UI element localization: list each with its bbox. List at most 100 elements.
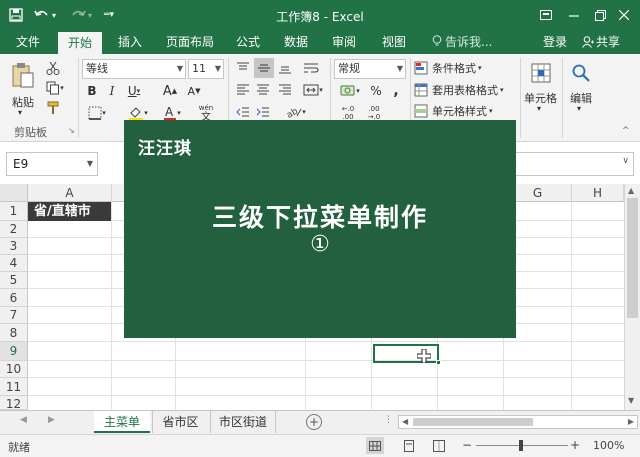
scroll-sheets-right-icon[interactable]: ▶ bbox=[48, 415, 55, 425]
row-header-6[interactable]: 6 bbox=[0, 289, 28, 307]
zoom-slider-thumb[interactable] bbox=[519, 440, 523, 451]
decrease-indent-icon[interactable] bbox=[234, 104, 252, 120]
tab-view[interactable]: 视图 bbox=[372, 30, 416, 54]
clipboard-launcher-icon[interactable]: ↘ bbox=[68, 126, 75, 135]
align-top-icon[interactable] bbox=[234, 60, 252, 76]
column-header-a[interactable]: A bbox=[28, 184, 112, 202]
horizontal-scrollbar[interactable]: ◀ ▶ bbox=[398, 415, 638, 429]
tab-split-icon[interactable]: ⋮ bbox=[384, 415, 393, 425]
sheet-tab-province[interactable]: 省市区 bbox=[152, 411, 208, 433]
normal-view-icon[interactable] bbox=[366, 437, 384, 454]
undo-icon[interactable]: ▾ bbox=[32, 5, 58, 25]
font-name-combo[interactable]: 等线 ▼ bbox=[82, 59, 186, 79]
wrap-text-icon[interactable] bbox=[300, 60, 322, 76]
format-painter-icon[interactable] bbox=[44, 100, 62, 116]
align-left-icon[interactable] bbox=[234, 82, 252, 98]
align-bottom-icon[interactable] bbox=[276, 60, 294, 76]
align-right-icon[interactable] bbox=[276, 82, 294, 98]
sheet-tab-district[interactable]: 市区街道 bbox=[210, 411, 276, 433]
bold-icon[interactable]: B bbox=[84, 82, 100, 100]
scroll-down-icon[interactable]: ▼ bbox=[628, 396, 634, 405]
row-header-11[interactable]: 11 bbox=[0, 378, 28, 396]
scroll-left-icon[interactable]: ◀ bbox=[402, 417, 408, 426]
name-box[interactable]: E9 ▼ bbox=[6, 152, 98, 176]
paste-icon[interactable] bbox=[8, 60, 38, 90]
row-header-10[interactable]: 10 bbox=[0, 361, 28, 378]
tab-review[interactable]: 审阅 bbox=[324, 30, 364, 54]
borders-icon[interactable]: ▾ bbox=[84, 104, 110, 122]
accounting-format-icon[interactable]: ▾ bbox=[336, 82, 364, 100]
scroll-sheets-left-icon[interactable]: ◀ bbox=[20, 415, 27, 425]
fill-handle[interactable] bbox=[436, 360, 441, 365]
cell-styles-button[interactable]: 单元格样式 ▾ bbox=[414, 102, 522, 120]
scroll-up-icon[interactable]: ▲ bbox=[628, 186, 634, 195]
tab-page-layout[interactable]: 页面布局 bbox=[158, 30, 222, 54]
align-center-icon[interactable] bbox=[254, 82, 272, 98]
zoom-in-icon[interactable]: + bbox=[570, 438, 580, 452]
ribbon-display-icon[interactable] bbox=[536, 5, 556, 25]
vertical-scrollbar[interactable]: ▲ ▼ bbox=[624, 184, 640, 410]
minimize-icon[interactable] bbox=[564, 5, 584, 25]
merge-center-icon[interactable]: ▾ bbox=[300, 82, 326, 98]
copy-icon[interactable]: ▾ bbox=[44, 80, 66, 96]
row-header-3[interactable]: 3 bbox=[0, 238, 28, 255]
cell-a1[interactable]: 省/直辖市 bbox=[28, 202, 111, 221]
formula-input[interactable]: ∨ bbox=[500, 152, 634, 176]
decrease-font-icon[interactable]: A ▼ bbox=[184, 82, 204, 100]
paste-label[interactable]: 粘贴 bbox=[12, 94, 34, 110]
font-size-combo[interactable]: 11 ▼ bbox=[188, 59, 224, 79]
cut-icon[interactable] bbox=[44, 60, 62, 76]
select-all-corner[interactable] bbox=[0, 184, 28, 202]
row-header-2[interactable]: 2 bbox=[0, 221, 28, 238]
editing-dropdown-icon[interactable]: ▾ bbox=[577, 104, 581, 113]
align-middle-icon[interactable] bbox=[254, 58, 274, 78]
cells-icon[interactable] bbox=[528, 60, 554, 86]
tab-insert[interactable]: 插入 bbox=[110, 30, 150, 54]
tab-formulas[interactable]: 公式 bbox=[228, 30, 268, 54]
row-header-9[interactable]: 9 bbox=[0, 342, 28, 361]
tell-me-search[interactable]: 告诉我... bbox=[432, 30, 492, 54]
page-break-view-icon[interactable] bbox=[430, 437, 448, 454]
scrollbar-thumb[interactable] bbox=[627, 198, 638, 318]
underline-icon[interactable]: U ▾ bbox=[122, 82, 146, 100]
conditional-format-button[interactable]: 条件格式 ▾ bbox=[414, 59, 522, 77]
add-sheet-icon[interactable]: + bbox=[306, 414, 322, 430]
customize-qat-icon[interactable]: ═▾ bbox=[102, 5, 116, 25]
row-header-4[interactable]: 4 bbox=[0, 255, 28, 272]
page-layout-view-icon[interactable] bbox=[400, 437, 418, 454]
paste-dropdown-icon[interactable]: ▾ bbox=[18, 108, 22, 117]
hscroll-thumb[interactable] bbox=[413, 418, 533, 426]
row-header-7[interactable]: 7 bbox=[0, 307, 28, 324]
expand-formula-icon[interactable]: ∨ bbox=[622, 156, 629, 166]
save-icon[interactable] bbox=[6, 5, 26, 25]
zoom-out-icon[interactable]: − bbox=[462, 438, 472, 452]
cells-dropdown-icon[interactable]: ▾ bbox=[537, 104, 541, 113]
comma-style-icon[interactable]: , bbox=[388, 82, 404, 100]
scroll-right-icon[interactable]: ▶ bbox=[628, 417, 634, 426]
format-as-table-button[interactable]: 套用表格格式 ▾ bbox=[414, 81, 522, 99]
percent-icon[interactable]: % bbox=[368, 82, 384, 100]
tab-data[interactable]: 数据 bbox=[276, 30, 316, 54]
zoom-level[interactable]: 100% bbox=[593, 439, 624, 452]
sheet-tab-main[interactable]: 主菜单 bbox=[94, 411, 150, 433]
orientation-icon[interactable]: ab ▾ bbox=[282, 104, 310, 120]
share-button[interactable]: 共享 bbox=[582, 30, 620, 54]
tab-file[interactable]: 文件 bbox=[6, 30, 50, 54]
login-button[interactable]: 登录 bbox=[543, 30, 567, 54]
tab-home[interactable]: 开始 bbox=[58, 32, 102, 54]
row-header-8[interactable]: 8 bbox=[0, 324, 28, 342]
column-header-h[interactable]: H bbox=[572, 184, 624, 202]
increase-font-icon[interactable]: A ▲ bbox=[160, 82, 180, 100]
close-icon[interactable] bbox=[614, 5, 634, 25]
restore-icon[interactable] bbox=[590, 5, 610, 25]
italic-icon[interactable]: I bbox=[104, 82, 120, 100]
find-search-icon[interactable] bbox=[568, 60, 594, 86]
increase-indent-icon[interactable] bbox=[254, 104, 272, 120]
row-header-5[interactable]: 5 bbox=[0, 272, 28, 289]
redo-icon[interactable]: ▾ bbox=[68, 5, 94, 25]
row-header-12[interactable]: 12 bbox=[0, 396, 28, 410]
number-format-combo[interactable]: 常规 ▼ bbox=[334, 59, 406, 79]
row-header-1[interactable]: 1 bbox=[0, 202, 28, 221]
collapse-ribbon-icon[interactable]: ^ bbox=[622, 126, 630, 136]
gridline bbox=[28, 360, 624, 361]
